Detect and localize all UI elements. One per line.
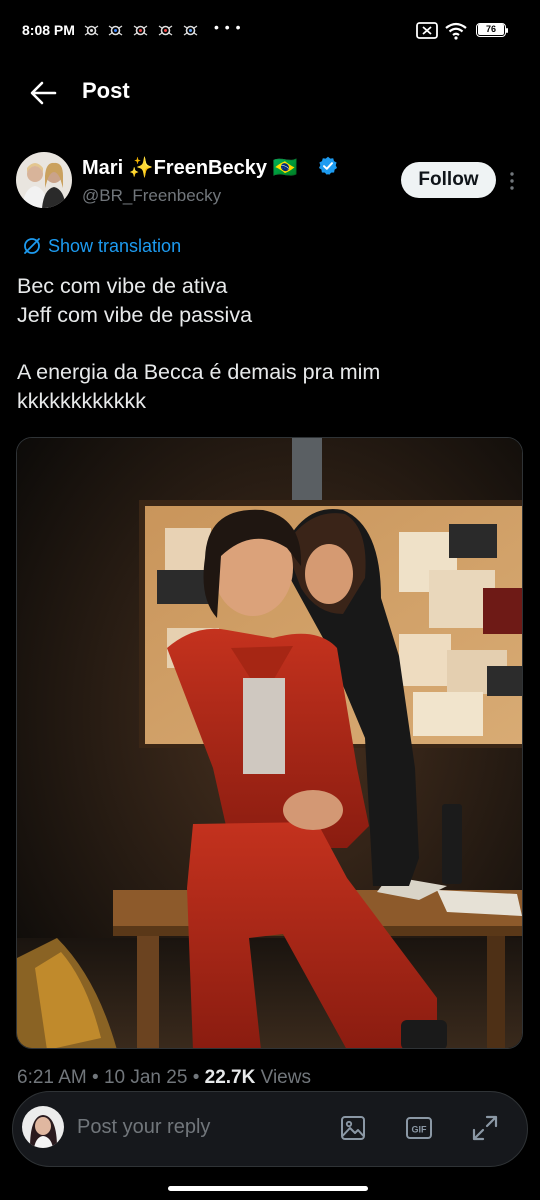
tweet-meta: 6:21 AM • 10 Jan 25 • 22.7K Views [17,1067,311,1089]
expand-icon[interactable] [469,1112,501,1144]
author-name[interactable]: Mari ✨FreenBecky 🇧🇷 [82,155,297,180]
translate-icon [24,238,40,254]
tweet-text: Bec com vibe de ativa Jeff com vibe de p… [17,272,517,416]
gif-icon[interactable]: GIF [403,1112,435,1144]
meta-separator: • [192,1067,205,1088]
tweet-media-photo[interactable] [16,437,523,1049]
show-translation-link[interactable]: Show translation [22,234,181,258]
notification-icon [133,25,148,36]
meta-separator: • [92,1067,104,1088]
wifi-icon [445,22,467,40]
author-handle[interactable]: @BR_Freenbecky [82,186,221,206]
no-sim-icon [416,22,438,39]
tweet-time: 6:21 AM [17,1067,87,1088]
notification-icon [108,25,123,36]
follow-button[interactable]: Follow [401,162,496,198]
battery-level: 76 [478,24,504,35]
views-label: Views [260,1067,311,1088]
status-more-dots: • • • [214,19,242,35]
page-title: Post [82,78,130,103]
home-indicator[interactable] [168,1186,368,1191]
verified-badge-icon [319,156,337,175]
notification-icon [158,25,173,36]
tweet-spacer [17,330,517,358]
more-vertical-icon[interactable] [506,170,518,192]
tweet-line: Bec com vibe de ativa [17,274,228,298]
tweet-line: kkkkkkkkkkkk [17,389,146,413]
notification-icon [84,25,99,36]
views-count[interactable]: 22.7K [205,1067,256,1088]
user-avatar[interactable] [22,1106,64,1148]
tweet-line: Jeff com vibe de passiva [17,303,253,327]
image-icon[interactable] [337,1112,369,1144]
svg-text:GIF: GIF [412,1125,428,1135]
notification-icon [183,25,198,36]
tweet-date: 10 Jan 25 [103,1067,188,1088]
status-time: 8:08 PM [22,22,75,38]
reply-input[interactable]: Post your reply [77,1116,210,1139]
show-translation-label: Show translation [48,235,182,256]
tweet-line: A energia da Becca é demais pra mim [17,360,381,384]
photo-illustration [17,438,522,1048]
author-avatar[interactable] [16,152,72,208]
arrow-left-icon[interactable] [28,78,58,108]
battery-tip [506,28,508,33]
